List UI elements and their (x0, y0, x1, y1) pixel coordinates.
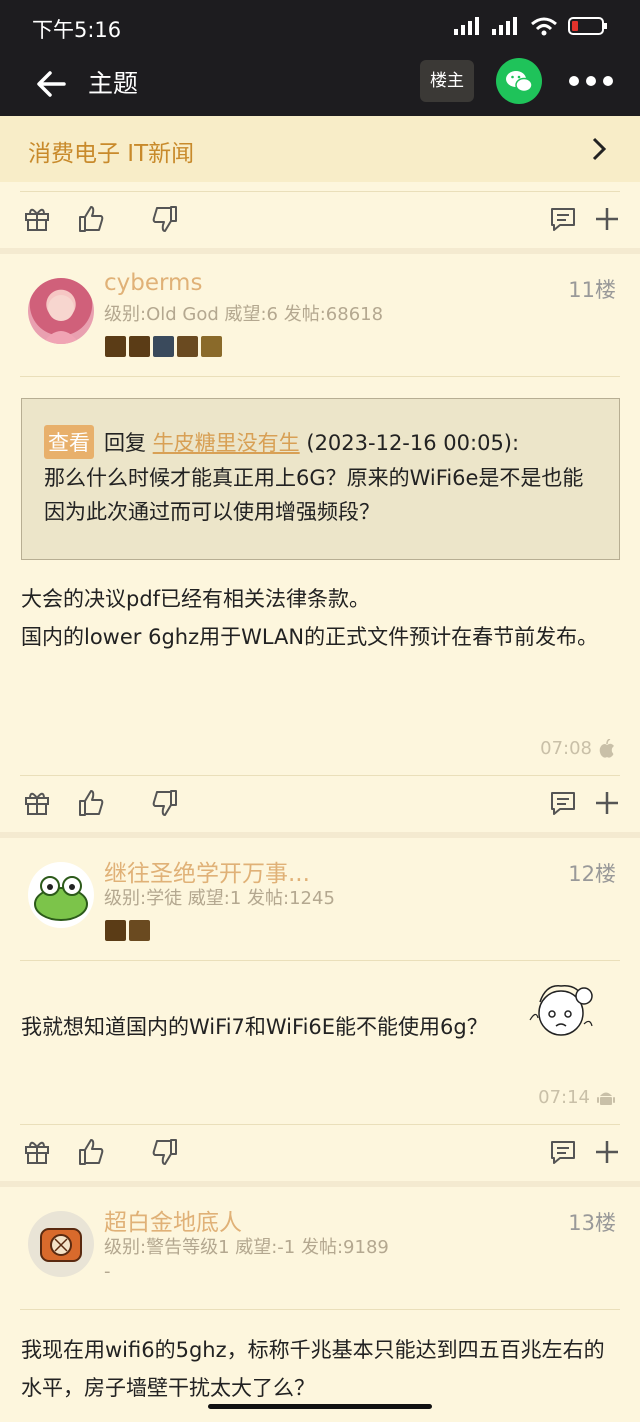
gift-icon[interactable] (22, 1137, 52, 1167)
thumbs-up-icon[interactable] (76, 788, 106, 818)
post-time: 07:14 (538, 1087, 616, 1108)
badge-list (105, 336, 222, 357)
quote-author-link[interactable]: 牛皮糖里没有生 (153, 431, 300, 455)
post-content: 我现在用wifi6的5ghz，标称千兆基本只能达到四五百兆左右的水平，房子墙壁干… (21, 1338, 605, 1400)
quote-date: (2023-12-16 00:05): (306, 431, 520, 455)
divider (20, 376, 620, 377)
wechat-icon (506, 71, 533, 93)
quote-prefix: 回复 (104, 431, 146, 455)
thumbs-down-icon[interactable] (150, 1137, 180, 1167)
back-arrow-icon[interactable] (34, 66, 70, 102)
medal-icon (201, 336, 222, 357)
post-separator (0, 1181, 640, 1187)
apple-icon (599, 738, 614, 758)
avatar[interactable] (28, 1211, 94, 1277)
forum-breadcrumb[interactable]: 消费电子 IT新闻 (0, 116, 640, 182)
user-info: 级别:警告等级1 威望:-1 发帖:9189 (104, 1237, 389, 1258)
plus-icon[interactable] (592, 204, 622, 234)
quote-header: 回复 牛皮糖里没有生 (2023-12-16 00:05): (104, 427, 519, 457)
post-actions (0, 1125, 640, 1181)
title-bar: 主题 楼主 (0, 56, 640, 116)
avatar-image (42, 295, 80, 344)
username[interactable]: cyberms (104, 270, 202, 296)
chevron-right-icon (592, 137, 607, 161)
post-actions (0, 192, 640, 248)
medal-icon (105, 920, 126, 941)
sticker-image (529, 985, 593, 1036)
username[interactable]: 继往圣绝学开万事... (104, 854, 310, 888)
comment-icon[interactable] (548, 1137, 578, 1167)
home-indicator[interactable] (208, 1404, 432, 1409)
floor-number: 12楼 (568, 862, 616, 886)
plus-icon[interactable] (592, 1137, 622, 1167)
avatar[interactable] (28, 862, 94, 928)
wifi-icon (531, 17, 557, 36)
username[interactable]: 超白金地底人 (104, 1203, 242, 1237)
thumbs-down-icon[interactable] (150, 788, 180, 818)
medal-icon (153, 336, 174, 357)
forum-name: 消费电子 IT新闻 (28, 141, 195, 167)
android-icon (597, 1092, 615, 1105)
post-separator (0, 248, 640, 254)
comment-icon[interactable] (548, 788, 578, 818)
gift-icon[interactable] (22, 788, 52, 818)
post-content: 大会的决议pdf已经有相关法律条款。 国内的lower 6ghz用于WLAN的正… (21, 587, 599, 649)
status-bar: 下午5:16 (0, 0, 640, 56)
divider (20, 1309, 620, 1310)
post-time-text: 07:08 (540, 738, 592, 759)
user-extra: - (104, 1261, 111, 1282)
more-icon[interactable] (566, 66, 616, 96)
signal-icon (454, 17, 479, 35)
page-title: 主题 (88, 69, 139, 98)
medal-icon (105, 336, 126, 357)
user-info: 级别:学徒 威望:1 发帖:1245 (104, 888, 335, 909)
view-quote-button[interactable]: 查看 (44, 425, 94, 459)
plus-icon[interactable] (592, 788, 622, 818)
thumbs-down-icon[interactable] (150, 204, 180, 234)
user-info: 级别:Old God 威望:6 发帖:68618 (104, 304, 384, 325)
post-actions (0, 776, 640, 832)
status-icons (454, 16, 608, 36)
quote-block: 查看 回复 牛皮糖里没有生 (2023-12-16 00:05): 那么什么时候… (21, 398, 620, 560)
quote-text: 那么什么时候才能真正用上6G？原来的WiFi6e是不是也能因为此次通过而可以使用… (44, 466, 584, 524)
avatar[interactable] (28, 278, 94, 344)
floor-number: 13楼 (568, 1211, 616, 1235)
status-time: 下午5:16 (32, 18, 122, 42)
post-separator (0, 832, 640, 838)
divider (20, 960, 620, 961)
avatar-image (34, 876, 88, 921)
avatar-image (40, 1228, 82, 1262)
wechat-share-button[interactable] (496, 58, 542, 104)
op-only-button[interactable]: 楼主 (420, 60, 474, 102)
medal-icon (129, 336, 150, 357)
post-time-text: 07:14 (538, 1087, 590, 1108)
thumbs-up-icon[interactable] (76, 1137, 106, 1167)
medal-icon (129, 920, 150, 941)
signal-hd-icon (492, 17, 517, 35)
post-time: 07:08 (540, 738, 616, 759)
gift-icon[interactable] (22, 204, 52, 234)
medal-icon (177, 336, 198, 357)
comment-icon[interactable] (548, 204, 578, 234)
badge-list (105, 920, 150, 941)
floor-number: 11楼 (568, 278, 616, 302)
thumbs-up-icon[interactable] (76, 204, 106, 234)
battery-icon (568, 17, 607, 35)
